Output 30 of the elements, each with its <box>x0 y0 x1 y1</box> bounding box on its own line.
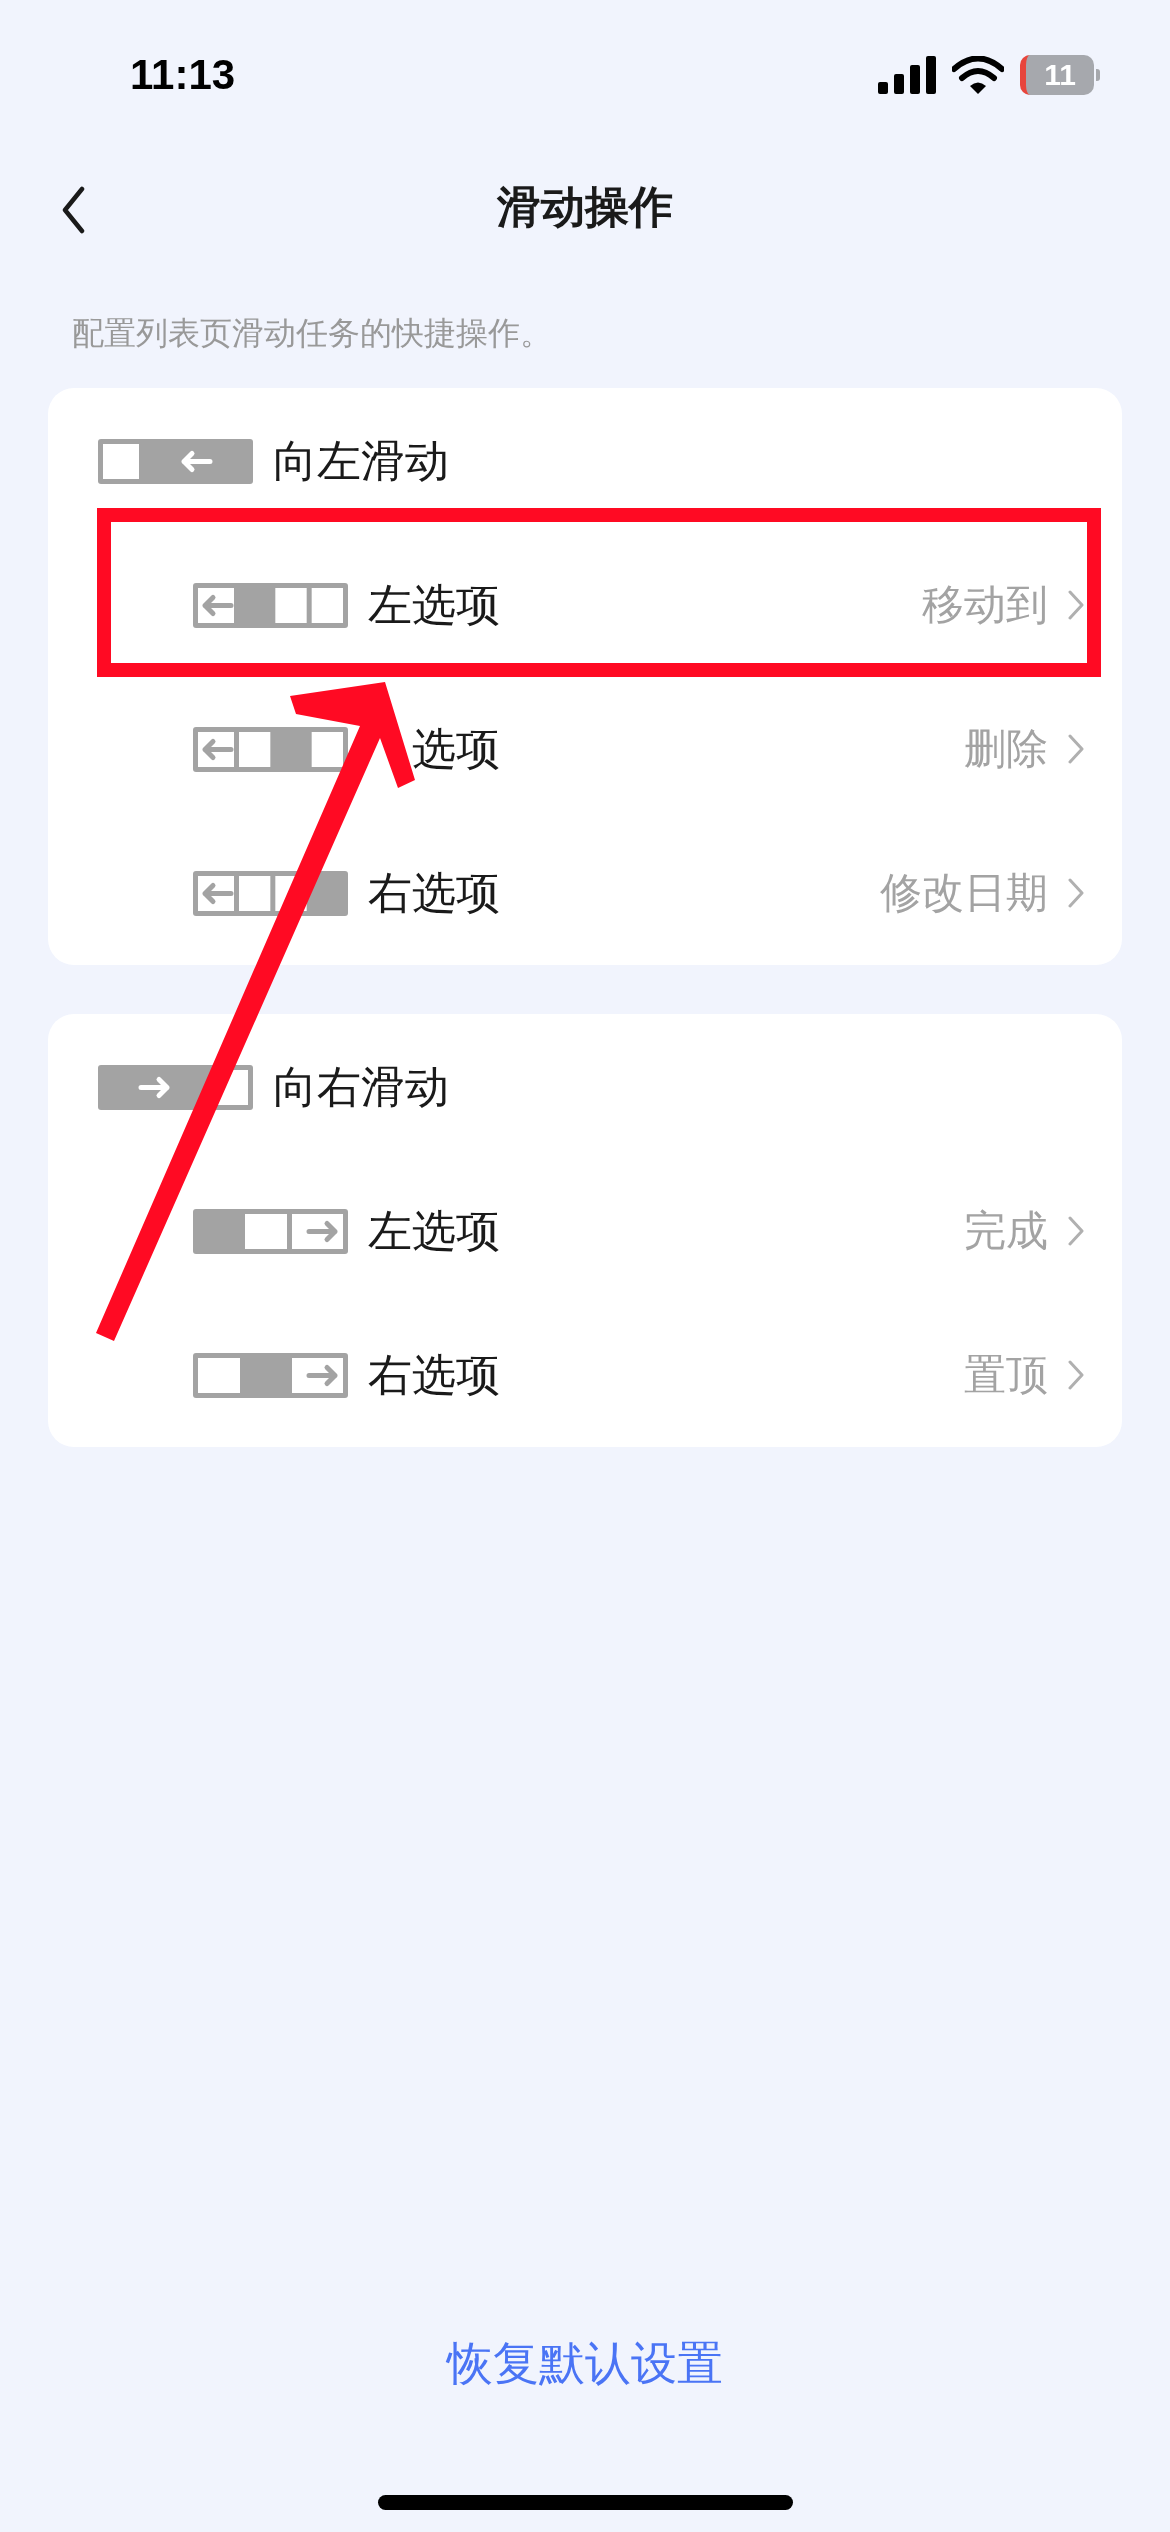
battery-level: 11 <box>1020 55 1094 95</box>
status-time: 11:13 <box>130 51 236 99</box>
chevron-right-icon <box>1068 878 1084 908</box>
signal-icon <box>878 56 936 94</box>
swipe-direction-icon <box>98 438 253 484</box>
option-value[interactable]: 移动到 <box>922 577 1048 633</box>
wifi-icon <box>952 56 1004 94</box>
option-value[interactable]: 完成 <box>964 1203 1048 1259</box>
swipe-option-icon <box>193 1208 348 1254</box>
option-label[interactable]: 左选项 <box>368 575 500 635</box>
option-value[interactable]: 置顶 <box>964 1347 1048 1403</box>
page-title: 滑动操作 <box>497 180 673 234</box>
swipe-group-title: 向左滑动 <box>273 433 449 488</box>
option-value[interactable]: 删除 <box>964 721 1048 777</box>
swipe-option-icon <box>193 726 348 772</box>
chevron-right-icon <box>1068 1216 1084 1246</box>
option-label[interactable]: 右选项 <box>368 863 500 923</box>
swipe-option-icon <box>193 1352 348 1398</box>
back-icon <box>61 186 85 234</box>
reset-defaults-link[interactable]: 恢复默认设置 <box>427 2323 743 2405</box>
option-value[interactable]: 修改日期 <box>880 865 1048 921</box>
swipe-group-title: 向右滑动 <box>273 1059 449 1114</box>
swipe-option-icon <box>193 582 348 628</box>
chevron-right-icon <box>1068 734 1084 764</box>
chevron-right-icon <box>1068 590 1084 620</box>
option-label[interactable]: 左选项 <box>368 1201 500 1261</box>
option-label[interactable]: 右选项 <box>368 1345 500 1405</box>
page-description: 配置列表页滑动任务的快捷操作。 <box>72 313 553 354</box>
chevron-right-icon <box>1068 1360 1084 1390</box>
option-label[interactable]: 选项 <box>412 719 500 779</box>
